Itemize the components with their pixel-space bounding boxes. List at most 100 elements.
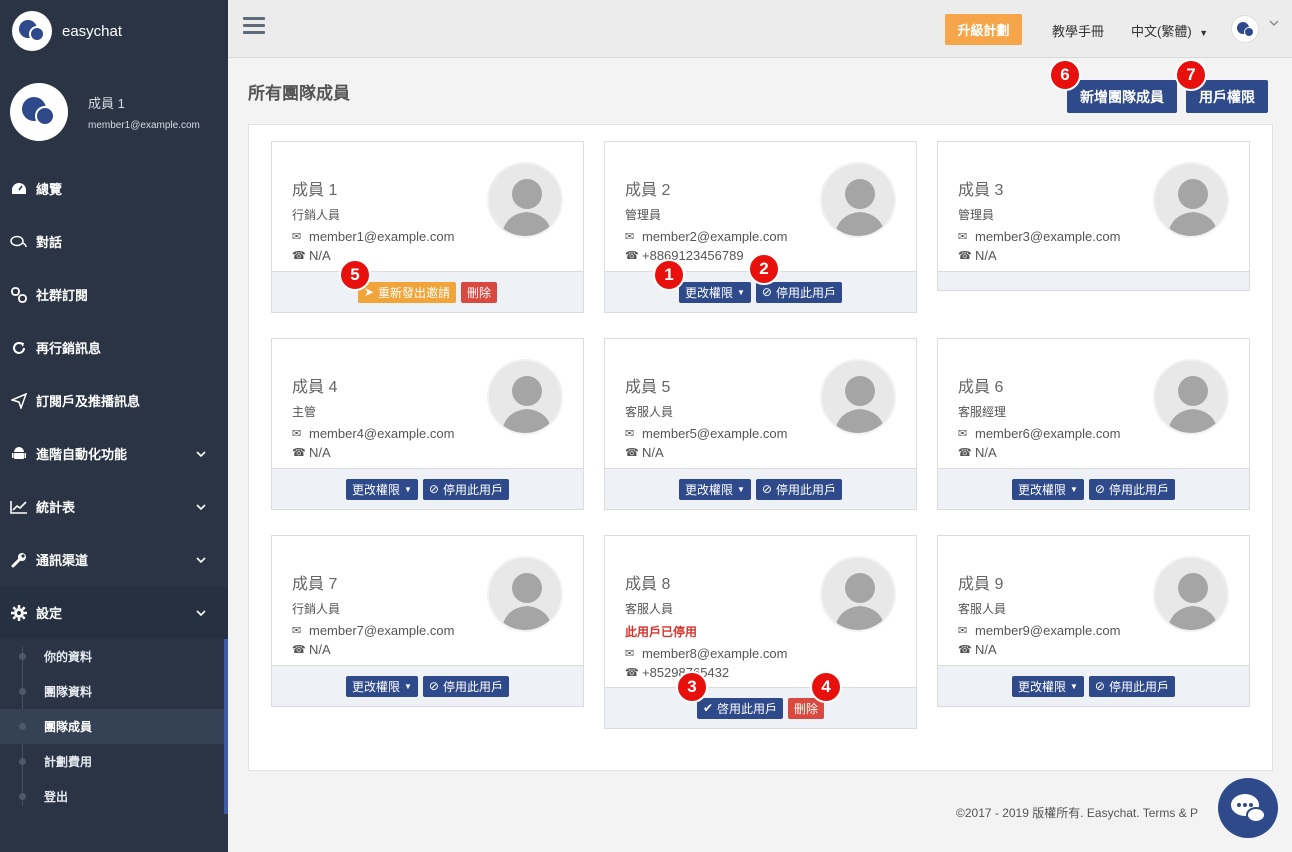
sidebar-item-label: 設定 xyxy=(36,606,63,621)
ban-icon: ⊘ xyxy=(761,482,772,496)
user-avatar[interactable] xyxy=(1231,15,1259,43)
member-card: 成員 4 主管 ✉ member4@example.com ☎ N/A 更改權限 ▼ … xyxy=(271,338,584,510)
envelope-icon: ✉ xyxy=(958,231,968,243)
envelope-icon: ✉ xyxy=(292,625,302,637)
add-team-member-button[interactable]: 新增團隊成員 xyxy=(1067,80,1177,113)
settings-subnav: 你的資料 團隊資料 團隊成員 計劃費用 登出 xyxy=(0,639,228,814)
annotation-badge: 4 xyxy=(810,671,842,703)
member-email: member9@example.com xyxy=(975,623,1121,638)
change-role-dropdown[interactable]: 更改權限 ▼ xyxy=(678,478,751,500)
subnav-item-team-members[interactable]: 團隊成員 xyxy=(0,709,224,744)
envelope-icon: ✉ xyxy=(625,231,635,243)
sidebar-item-settings[interactable]: 設定 xyxy=(0,586,228,639)
member-card: 成員 1 行銷人員 ✉ member1@example.com ☎ N/A ➤ 重新發… xyxy=(271,141,584,313)
resend-invite-button[interactable]: ➤ 重新發出邀請 xyxy=(357,281,457,303)
sidebar-item-automation[interactable]: 進階自動化功能 xyxy=(0,427,228,480)
change-role-dropdown[interactable]: 更改權限 ▼ xyxy=(345,675,418,697)
member-phone: N/A xyxy=(642,445,664,460)
member-phone: N/A xyxy=(309,248,331,263)
card-actions: ➤ 重新發出邀請 刪除 xyxy=(272,271,583,312)
envelope-icon: ✉ xyxy=(958,428,968,440)
card-actions: 更改權限 ▼ ⊘ 停用此用戶 xyxy=(938,665,1249,706)
dashboard-icon xyxy=(10,180,28,198)
wrench-icon xyxy=(10,551,28,569)
page-title: 所有團隊成員 xyxy=(248,84,350,103)
avatar-placeholder-icon xyxy=(820,359,896,435)
avatar-placeholder-icon xyxy=(820,556,896,632)
subnav-item-logout[interactable]: 登出 xyxy=(0,779,224,814)
upgrade-plan-button[interactable]: 升級計劃 xyxy=(945,14,1022,45)
chevron-down-icon xyxy=(196,446,206,461)
chart-icon xyxy=(10,498,28,516)
chat-launcher-button[interactable] xyxy=(1218,778,1278,838)
change-role-dropdown[interactable]: 更改權限 ▼ xyxy=(678,281,751,303)
delete-button[interactable]: 刪除 xyxy=(461,281,498,303)
subnav-item-team-info[interactable]: 團隊資料 xyxy=(0,674,224,709)
card-actions: ✔ 啓用此用戶 刪除 xyxy=(605,687,916,728)
subnav-item-billing[interactable]: 計劃費用 xyxy=(0,744,224,779)
annotation-badge: 2 xyxy=(748,253,780,285)
disable-user-button[interactable]: ⊘ 停用此用戶 xyxy=(422,675,509,697)
sidebar-nav: 總覽 對話 社群訂閱 再行銷訊息 訂閱戶及推播訊息 進階自動化功能 統計表 通訊… xyxy=(0,162,228,639)
avatar xyxy=(10,83,68,141)
language-select[interactable]: 中文(繁體) ▼ xyxy=(1131,21,1208,40)
enable-user-button[interactable]: ✔ 啓用此用戶 xyxy=(696,697,784,719)
member-phone: +8869123456789 xyxy=(642,248,744,263)
sidebar-item-channels[interactable]: 通訊渠道 xyxy=(0,533,228,586)
change-role-dropdown[interactable]: 更改權限 ▼ xyxy=(1011,478,1084,500)
member-phone: N/A xyxy=(975,642,997,657)
menu-toggle-icon[interactable] xyxy=(243,17,265,35)
link-icon xyxy=(10,286,28,304)
change-role-dropdown[interactable]: 更改權限 ▼ xyxy=(345,478,418,500)
sidebar-item-dashboard[interactable]: 總覽 xyxy=(0,162,228,215)
disable-user-button[interactable]: ⊘ 停用此用戶 xyxy=(755,478,842,500)
member-email: member8@example.com xyxy=(642,646,788,661)
member-card: 成員 6 客服經理 ✉ member6@example.com ☎ N/A 更改權限… xyxy=(937,338,1250,510)
avatar-placeholder-icon xyxy=(1153,359,1229,435)
caret-down-icon: ▼ xyxy=(1070,681,1078,691)
chevron-down-icon xyxy=(196,605,206,620)
sidebar-item-social[interactable]: 社群訂閱 xyxy=(0,268,228,321)
chevron-down-icon xyxy=(196,552,206,567)
phone-icon: ☎ xyxy=(292,644,306,656)
sidebar-item-statistics[interactable]: 統計表 xyxy=(0,480,228,533)
member-card: 成員 7 行銷人員 ✉ member7@example.com ☎ N/A 更改權限… xyxy=(271,535,584,707)
sidebar-item-remarketing[interactable]: 再行銷訊息 xyxy=(0,321,228,374)
member-email: member1@example.com xyxy=(309,229,455,244)
phone-icon: ☎ xyxy=(625,447,639,459)
disable-user-button[interactable]: ⊘ 停用此用戶 xyxy=(755,281,842,303)
chevron-down-icon[interactable] xyxy=(1269,19,1279,30)
change-role-dropdown[interactable]: 更改權限 ▼ xyxy=(1011,675,1084,697)
member-email: member7@example.com xyxy=(309,623,455,638)
sidebar-item-label: 再行銷訊息 xyxy=(36,341,102,356)
annotation-badge: 7 xyxy=(1175,59,1207,91)
sidebar-item-label: 統計表 xyxy=(36,500,76,515)
sidebar-item-broadcast[interactable]: 訂閱戶及推播訊息 xyxy=(0,374,228,427)
manual-link[interactable]: 教學手冊 xyxy=(1052,21,1104,40)
card-actions: 更改權限 ▼ ⊘ 停用此用戶 xyxy=(605,468,916,509)
phone-icon: ☎ xyxy=(292,447,306,459)
disable-user-button[interactable]: ⊘ 停用此用戶 xyxy=(422,478,509,500)
phone-icon: ☎ xyxy=(958,644,972,656)
sidebar-item-conversations[interactable]: 對話 xyxy=(0,215,228,268)
card-actions xyxy=(938,271,1249,290)
member-card: 成員 9 客服人員 ✉ member9@example.com ☎ N/A 更改權限… xyxy=(937,535,1250,707)
avatar-placeholder-icon xyxy=(1153,556,1229,632)
ban-icon: ⊘ xyxy=(1094,482,1105,496)
member-phone: N/A xyxy=(975,445,997,460)
brand[interactable]: easychat xyxy=(0,0,228,62)
sidebar-profile: 成員 1 member1@example.com xyxy=(0,62,228,162)
avatar-placeholder-icon xyxy=(487,556,563,632)
member-phone: N/A xyxy=(975,248,997,263)
envelope-icon: ✉ xyxy=(625,428,635,440)
annotation-badge: 3 xyxy=(676,671,708,703)
disable-user-button[interactable]: ⊘ 停用此用戶 xyxy=(1088,478,1175,500)
avatar-placeholder-icon xyxy=(487,359,563,435)
caret-down-icon: ▼ xyxy=(1070,484,1078,494)
check-icon: ✔ xyxy=(702,701,714,715)
subnav-item-your-profile[interactable]: 你的資料 xyxy=(0,639,224,674)
sidebar-item-label: 總覽 xyxy=(36,182,63,197)
avatar-placeholder-icon xyxy=(820,162,896,238)
card-actions: 更改權限 ▼ ⊘ 停用此用戶 xyxy=(272,665,583,706)
disable-user-button[interactable]: ⊘ 停用此用戶 xyxy=(1088,675,1175,697)
